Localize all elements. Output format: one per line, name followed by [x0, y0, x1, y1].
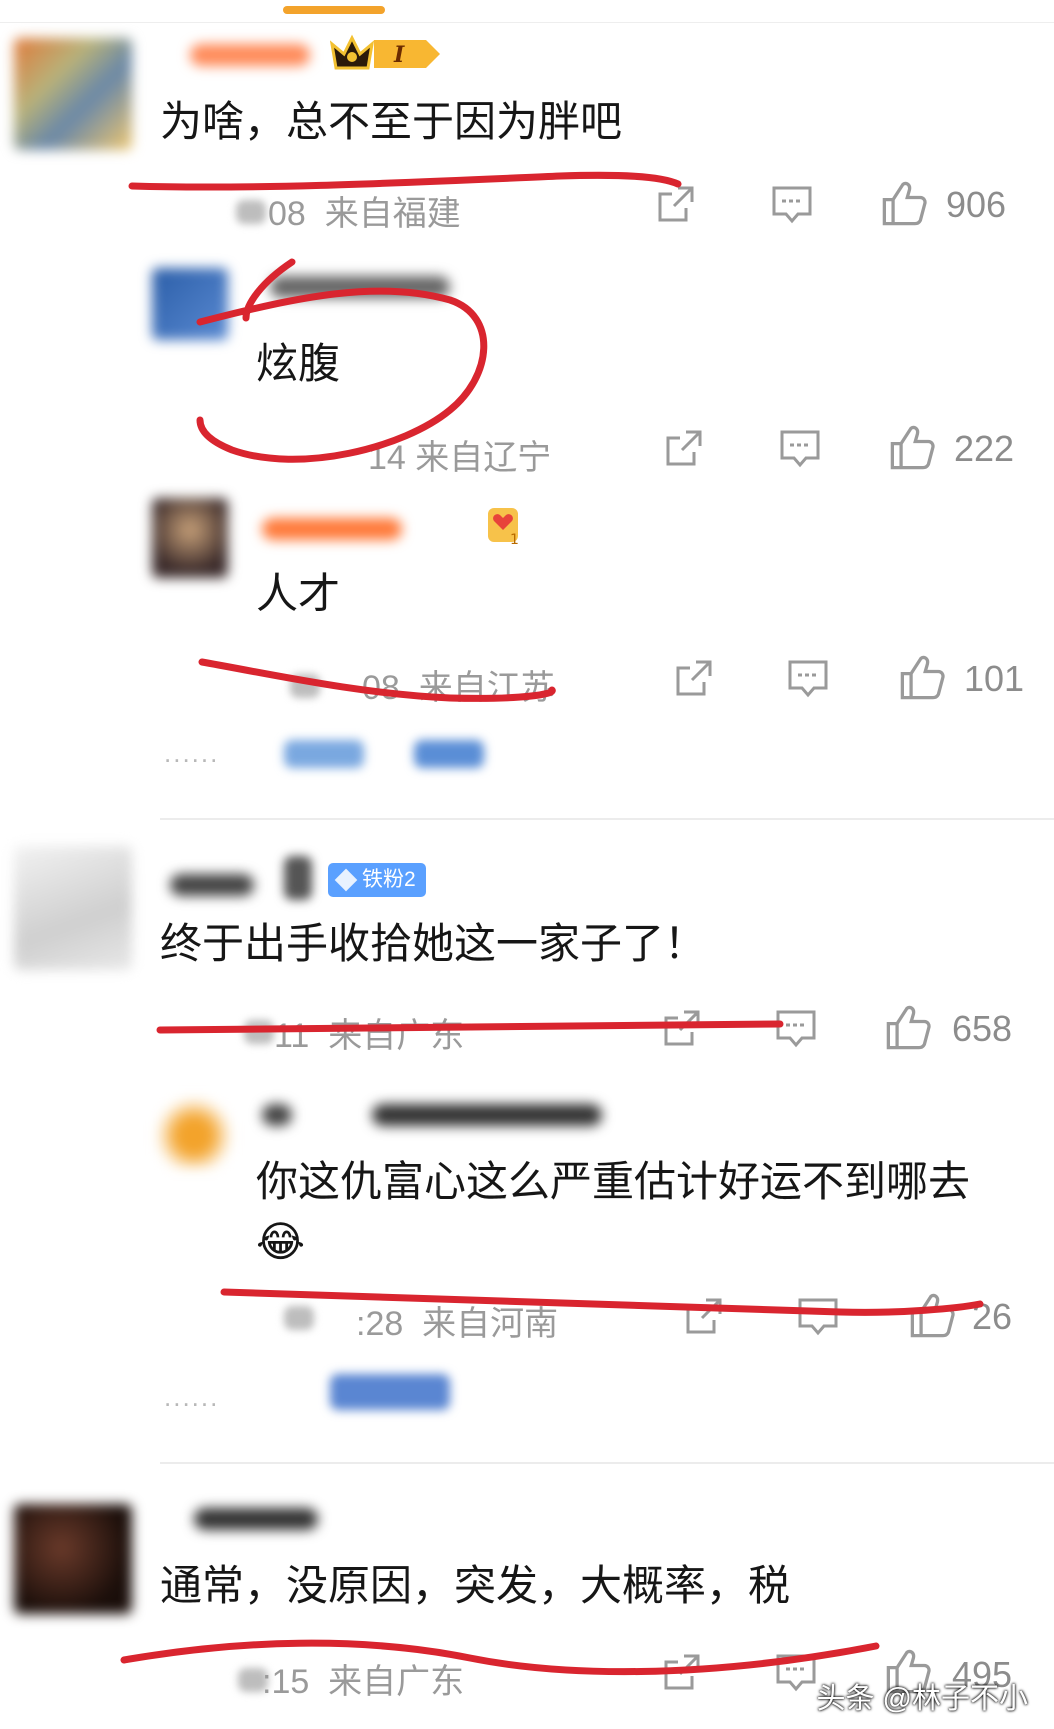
username-blurred[interactable]	[262, 1104, 292, 1126]
comment-text: 通常，没原因，突发，大概率，税	[160, 1562, 791, 1609]
username-blurred[interactable]	[194, 1508, 318, 1530]
comment-divider	[160, 818, 1054, 820]
time-blurred	[290, 674, 320, 698]
reply-time: 14 来自辽宁	[368, 439, 552, 477]
comment-icon[interactable]	[786, 656, 830, 700]
reply-avatar[interactable]	[156, 1096, 232, 1168]
like-icon[interactable]	[898, 654, 946, 702]
diamond-icon	[334, 868, 358, 892]
time-blurred	[236, 200, 266, 224]
avatar[interactable]	[14, 1504, 132, 1614]
comment-icon[interactable]	[796, 1294, 840, 1338]
top-divider	[0, 22, 1054, 23]
crown-badge-icon: I	[329, 34, 442, 79]
svg-text:1: 1	[510, 532, 519, 548]
username-blurred[interactable]	[190, 44, 310, 66]
comment-time: 11 来自广东	[274, 1017, 465, 1055]
like-count: 658	[952, 1008, 1013, 1049]
fan-level-badge: 铁粉2	[328, 863, 426, 897]
comment-time: 08 来自福建	[268, 195, 461, 233]
username-blurred[interactable]	[170, 874, 254, 896]
reply-time: :28 来自河南	[356, 1305, 559, 1343]
username-blurred[interactable]	[262, 518, 402, 540]
username-blurred[interactable]	[270, 276, 450, 298]
expand-replies-link[interactable]	[330, 1374, 450, 1410]
time-blurred	[244, 1020, 274, 1044]
username-blurred[interactable]	[284, 856, 312, 900]
share-icon[interactable]	[662, 426, 706, 470]
comment-icon[interactable]	[770, 182, 814, 226]
time-blurred	[284, 1306, 314, 1330]
avatar[interactable]	[14, 38, 132, 150]
reply-avatar[interactable]	[152, 498, 228, 578]
expand-replies-link[interactable]	[414, 740, 484, 768]
reply-text: 你这仇富心这么严重估计好运不到哪去😂	[256, 1158, 971, 1265]
like-count: 101	[964, 658, 1025, 699]
tab-indicator	[283, 6, 385, 14]
comment-icon[interactable]	[774, 1650, 818, 1694]
comment-time: :15 来自广东	[262, 1663, 465, 1701]
comment-icon[interactable]	[778, 426, 822, 470]
avatar[interactable]	[14, 846, 132, 970]
underline-stroke	[120, 1639, 880, 1676]
expand-replies-link[interactable]	[284, 740, 364, 768]
reply-text: 人才	[256, 570, 341, 617]
username-blurred[interactable]	[372, 1104, 602, 1126]
comment-text: 为啥，总不至于因为胖吧	[160, 98, 623, 145]
like-icon[interactable]	[908, 1292, 956, 1340]
fan-heart-icon: 1	[484, 504, 528, 553]
like-count: 222	[954, 428, 1015, 469]
reply-text: 炫腹	[256, 340, 341, 387]
reply-time: 08 来自江苏	[362, 669, 555, 707]
like-icon[interactable]	[880, 180, 928, 228]
svg-text:I: I	[393, 42, 405, 68]
share-icon[interactable]	[682, 1294, 726, 1338]
comment-divider	[160, 1462, 1054, 1464]
watermark: 头条 @林子不小	[816, 1683, 1029, 1715]
reply-avatar[interactable]	[152, 268, 228, 340]
like-count: 26	[972, 1296, 1013, 1337]
comment-icon[interactable]	[774, 1006, 818, 1050]
more-dots: ......	[164, 1382, 220, 1412]
share-icon[interactable]	[672, 656, 716, 700]
badge-label: 铁粉2	[362, 868, 416, 891]
more-dots: ......	[164, 738, 220, 768]
share-icon[interactable]	[660, 1650, 704, 1694]
like-icon[interactable]	[884, 1004, 932, 1052]
like-count: 906	[946, 184, 1007, 225]
share-icon[interactable]	[660, 1006, 704, 1050]
comment-text: 终于出手收拾她这一家子了！	[160, 920, 707, 967]
share-icon[interactable]	[654, 182, 698, 226]
like-icon[interactable]	[888, 424, 936, 472]
strike-through-stroke	[220, 1288, 984, 1316]
red-annotation-strokes	[120, 171, 984, 1676]
